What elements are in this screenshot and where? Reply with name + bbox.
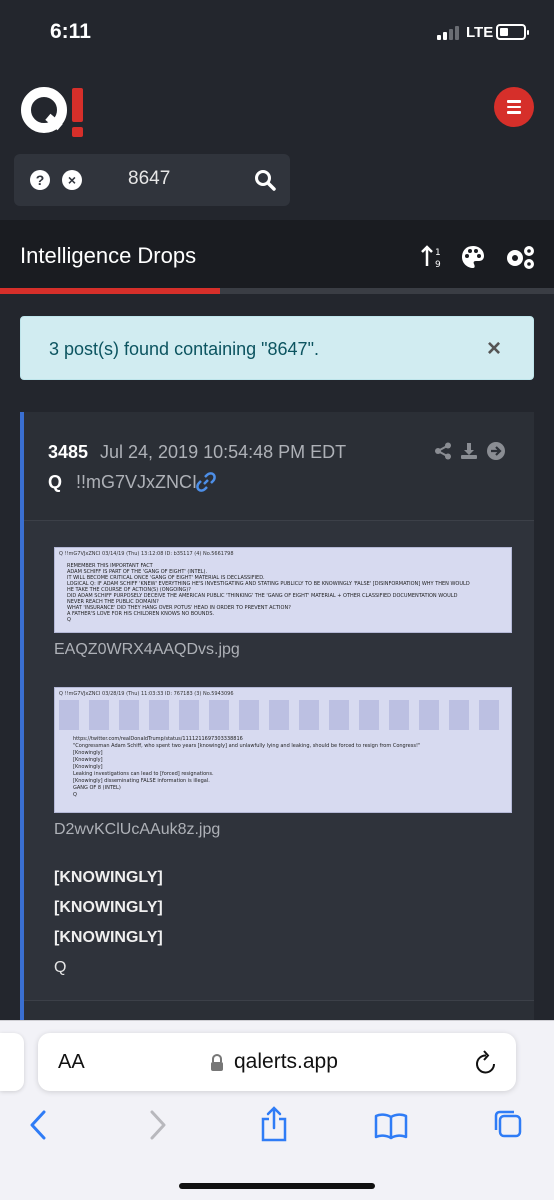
status-time: 6:11	[50, 20, 91, 43]
url-text[interactable]: qalerts.app	[234, 1050, 338, 1074]
share-sheet-icon[interactable]	[260, 1106, 288, 1142]
signal-icon	[437, 26, 459, 40]
q-logo[interactable]	[20, 86, 90, 146]
post-number[interactable]: 3485	[48, 442, 88, 463]
image-1-filename[interactable]: EAQZ0WRX4AAQDvs.jpg	[54, 641, 240, 659]
post-author: Q	[48, 472, 63, 492]
download-icon[interactable]	[460, 442, 478, 460]
results-message: 3 post(s) found containing "8647".	[49, 339, 319, 359]
next-arrow-icon[interactable]	[486, 441, 506, 461]
image-2-header: Q !!mG7VJxZNCI 03/28/19 (Thu) 11:03:33 I…	[59, 691, 234, 697]
link-icon[interactable]	[196, 472, 216, 492]
post-signature: Q	[54, 959, 67, 976]
post-date: Jul 24, 2019 10:54:48 PM EDT	[100, 442, 347, 462]
post-footer	[24, 1000, 534, 1020]
search-input[interactable]: 8647	[128, 168, 170, 190]
status-bar: 6:11 LTE	[0, 0, 554, 66]
image-1-header: Q !!mG7VJxZNCI 03/14/19 (Thu) 13:12:08 I…	[59, 551, 234, 557]
forward-icon[interactable]	[148, 1110, 168, 1140]
bookmarks-icon[interactable]	[374, 1112, 408, 1140]
sort-icon[interactable]: 1 9	[420, 244, 446, 270]
post-tripcode: !!mG7VJxZNCI	[76, 472, 198, 492]
post-body: Q !!mG7VJxZNCI 03/14/19 (Thu) 13:12:08 I…	[24, 520, 534, 1000]
post-text-line: [KNOWINGLY]	[54, 869, 163, 886]
main-content: 3 post(s) found containing "8647". × 348…	[0, 294, 554, 1020]
battery-icon	[496, 24, 529, 40]
back-icon[interactable]	[28, 1110, 48, 1140]
site-header: ? × 8647	[0, 66, 554, 220]
image-2-reply-links	[59, 700, 509, 730]
post-card: 3485 Jul 24, 2019 10:54:48 PM EDT Q !!mG…	[20, 412, 534, 1020]
address-bar[interactable]: AA qalerts.app	[38, 1033, 516, 1091]
attached-image-2[interactable]: Q !!mG7VJxZNCI 03/28/19 (Thu) 11:03:33 I…	[54, 687, 512, 813]
page-title: Intelligence Drops	[20, 243, 197, 268]
palette-icon[interactable]	[460, 244, 486, 270]
home-indicator	[179, 1183, 375, 1189]
svg-text:1: 1	[435, 248, 441, 258]
network-label: LTE	[466, 24, 494, 41]
share-icon[interactable]	[434, 442, 452, 460]
settings-icon[interactable]	[504, 244, 536, 270]
search-box[interactable]: ? × 8647	[14, 154, 290, 206]
previous-tab[interactable]	[0, 1033, 24, 1091]
reload-icon[interactable]	[474, 1049, 498, 1075]
help-icon[interactable]: ?	[30, 170, 50, 190]
menu-button[interactable]	[494, 87, 534, 127]
search-icon[interactable]	[254, 169, 276, 191]
post-text-line: [KNOWINGLY]	[54, 899, 163, 916]
tabs-icon[interactable]	[492, 1108, 524, 1140]
post-text-line: [KNOWINGLY]	[54, 929, 163, 946]
lock-icon	[211, 1054, 223, 1071]
reader-settings-button[interactable]: AA	[58, 1051, 85, 1074]
svg-text:9: 9	[435, 260, 441, 270]
image-2-filename[interactable]: D2wvKClUcAAuk8z.jpg	[54, 821, 220, 839]
close-alert-button[interactable]: ×	[487, 335, 501, 363]
results-alert: 3 post(s) found containing "8647". ×	[20, 316, 534, 380]
post-header: 3485 Jul 24, 2019 10:54:48 PM EDT Q !!mG…	[24, 412, 534, 520]
clear-icon[interactable]: ×	[62, 170, 82, 190]
attached-image-1[interactable]: Q !!mG7VJxZNCI 03/14/19 (Thu) 13:12:08 I…	[54, 547, 512, 633]
